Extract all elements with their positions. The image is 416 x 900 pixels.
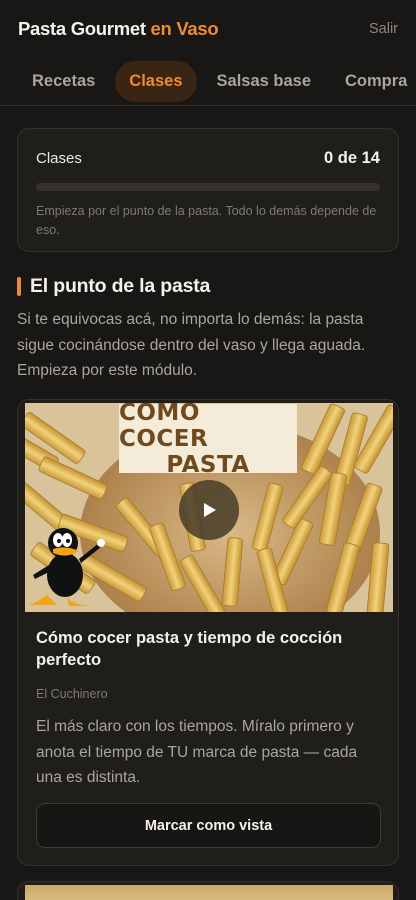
video-thumbnail-next[interactable] bbox=[25, 885, 393, 900]
app-header: Pasta Gourmet en Vaso Salir bbox=[0, 0, 416, 58]
logout-link[interactable]: Salir bbox=[369, 21, 398, 37]
video-thumbnail[interactable]: CÓMO COCER PASTA bbox=[25, 403, 393, 612]
thumbnail-caption-line2: PASTA bbox=[166, 451, 250, 478]
play-icon bbox=[204, 503, 216, 517]
section-title: El punto de la pasta bbox=[30, 275, 211, 297]
video-title: Cómo cocer pasta y tiempo de cocción per… bbox=[36, 629, 343, 669]
progress-note: Empieza por el punto de la pasta. Todo l… bbox=[36, 204, 377, 237]
progress-bar bbox=[36, 183, 380, 191]
tab-bar: Recetas Clases Salsas base Compra bbox=[0, 58, 416, 106]
tab-recetas[interactable]: Recetas bbox=[18, 61, 109, 102]
thumbnail-caption-line1: CÓMO COCER bbox=[119, 403, 209, 452]
brand-main: Pasta Gourmet bbox=[18, 18, 146, 39]
progress-card: Clases 0 de 14 Empieza por el punto de l… bbox=[17, 128, 399, 252]
section-heading: El punto de la pasta bbox=[17, 275, 210, 298]
tab-clases[interactable]: Clases bbox=[115, 61, 197, 102]
play-button[interactable] bbox=[179, 480, 239, 540]
cartoon-duck-icon bbox=[29, 528, 105, 606]
video-card-next bbox=[17, 881, 399, 900]
progress-count: 0 de 14 bbox=[324, 149, 380, 167]
thumbnail-caption: CÓMO COCER PASTA bbox=[119, 403, 297, 478]
progress-label: Clases bbox=[36, 150, 82, 167]
tab-compra[interactable]: Compra bbox=[331, 61, 416, 102]
brand-accent: en Vaso bbox=[150, 18, 219, 39]
video-card: CÓMO COCER PASTA Cómo cocer pasta y tiem… bbox=[17, 399, 399, 866]
brand-title: Pasta Gourmet en Vaso bbox=[18, 18, 219, 40]
tab-salsas-base[interactable]: Salsas base bbox=[203, 61, 326, 102]
mark-as-watched-button[interactable]: Marcar como vista bbox=[36, 803, 381, 848]
video-author: El Cuchinero bbox=[36, 687, 108, 701]
video-description: El más claro con los tiempos. Míralo pri… bbox=[36, 718, 358, 786]
section-description: Si te equivocas acá, no importa lo demás… bbox=[17, 311, 366, 379]
section-accent-bar bbox=[17, 277, 21, 296]
